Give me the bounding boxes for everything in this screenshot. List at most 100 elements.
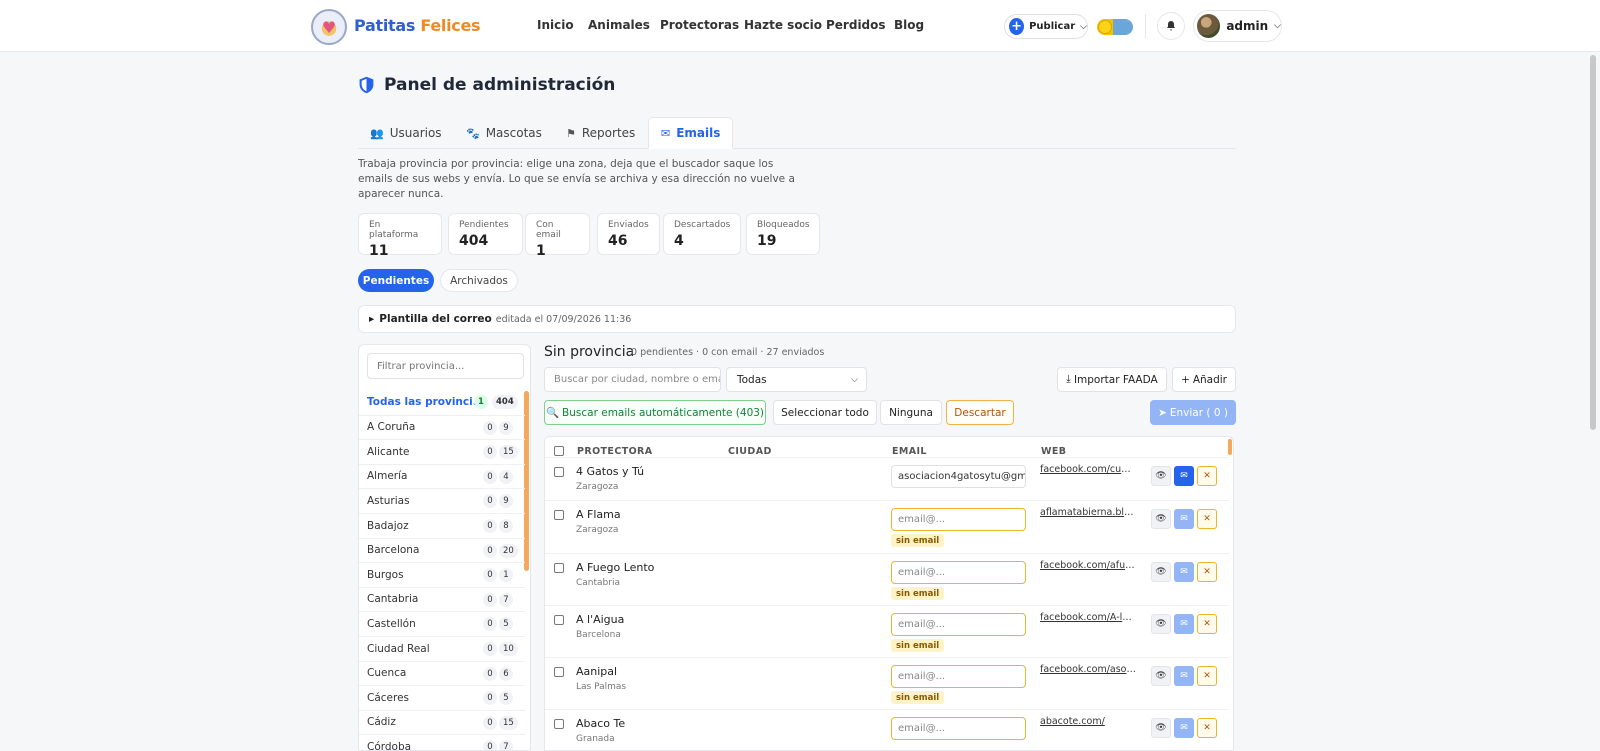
- discard-button[interactable]: Descartar: [946, 400, 1014, 425]
- discard-row-button[interactable]: ✕: [1197, 509, 1217, 529]
- discard-row-button[interactable]: ✕: [1197, 562, 1217, 582]
- province-item[interactable]: A Coruña 0 9: [359, 414, 525, 439]
- view-button[interactable]: 👁: [1151, 666, 1171, 686]
- shield-icon: [359, 76, 374, 94]
- web-link[interactable]: facebook.com/afuegolento: [1040, 560, 1136, 571]
- user-menu[interactable]: admin ⌵: [1193, 10, 1282, 42]
- segment-archivados[interactable]: Archivados: [440, 269, 518, 292]
- view-button[interactable]: 👁: [1151, 466, 1171, 486]
- nav-protectoras[interactable]: Protectoras: [660, 18, 739, 32]
- send-button[interactable]: ➤ Enviar ( 0 ): [1150, 400, 1236, 425]
- total-count-badge: 6: [499, 666, 513, 681]
- province-name: Burgos: [367, 568, 404, 581]
- discard-row-button[interactable]: ✕: [1197, 718, 1217, 738]
- email-button[interactable]: ✉: [1174, 509, 1194, 529]
- brand-name[interactable]: Patitas Felices: [354, 16, 481, 35]
- shelter-city: Zaragoza: [576, 482, 619, 492]
- total-count-badge: 15: [499, 715, 518, 730]
- view-button[interactable]: 👁: [1151, 562, 1171, 582]
- view-button[interactable]: 👁: [1151, 718, 1171, 738]
- logo[interactable]: ♥: [311, 9, 347, 45]
- province-item-all[interactable]: Todas las provinci... 1 404: [359, 390, 525, 414]
- email-input[interactable]: email@...: [891, 561, 1026, 584]
- province-item[interactable]: Cantabria 0 7: [359, 586, 525, 611]
- email-input[interactable]: email@...: [891, 717, 1026, 740]
- nav-perdidos[interactable]: Perdidos: [826, 18, 886, 32]
- page-scrollbar[interactable]: [1590, 55, 1596, 430]
- filter-select[interactable]: Todas ⌵: [726, 367, 867, 392]
- province-item[interactable]: Alicante 0 15: [359, 439, 525, 463]
- view-button[interactable]: 👁: [1151, 614, 1171, 634]
- row-checkbox[interactable]: [554, 615, 564, 625]
- segment-pendientes[interactable]: Pendientes: [358, 269, 434, 292]
- with-email-count-badge: 0: [483, 445, 497, 460]
- select-all-checkbox[interactable]: [554, 446, 564, 456]
- province-item[interactable]: Cáceres 0 5: [359, 685, 525, 709]
- with-email-count-badge: 0: [483, 715, 497, 730]
- view-button[interactable]: 👁: [1151, 509, 1171, 529]
- nav-animales[interactable]: Animales: [588, 18, 650, 32]
- tab-reportes[interactable]: ⚑ Reportes: [554, 117, 647, 149]
- discard-row-button[interactable]: ✕: [1197, 614, 1217, 634]
- total-count-badge: 9: [499, 420, 513, 435]
- province-name: Todas las provinci...: [367, 396, 485, 408]
- province-item[interactable]: Badajoz 0 8: [359, 513, 525, 537]
- email-input[interactable]: asociacion4gatosytu@gmail.com: [891, 465, 1026, 488]
- import-faada-button[interactable]: ⤓ Importar FAADA: [1057, 367, 1167, 392]
- theme-toggle[interactable]: [1097, 19, 1133, 35]
- email-input[interactable]: email@...: [891, 665, 1026, 688]
- province-item[interactable]: Almería 0 4: [359, 463, 525, 488]
- tab-emails[interactable]: ✉ Emails: [648, 117, 734, 149]
- email-button[interactable]: ✉: [1174, 614, 1194, 634]
- publish-button[interactable]: + Publicar ⌵: [1004, 14, 1088, 39]
- web-link[interactable]: facebook.com/asociacion: [1040, 664, 1136, 675]
- select-none-button[interactable]: Ninguna: [880, 400, 942, 425]
- discard-row-button[interactable]: ✕: [1197, 466, 1217, 486]
- select-all-button[interactable]: Seleccionar todo: [773, 400, 877, 425]
- row-checkbox[interactable]: [554, 510, 564, 520]
- province-item[interactable]: Córdoba 0 7: [359, 734, 525, 750]
- add-button[interactable]: + Añadir: [1172, 367, 1236, 392]
- tab-mascotas[interactable]: 🐾 Mascotas: [454, 117, 554, 149]
- row-checkbox[interactable]: [554, 563, 564, 573]
- no-email-badge: sin email: [891, 534, 945, 547]
- table-row: Aanipal Las Palmas email@... sin email faceb…: [545, 657, 1229, 709]
- auto-search-emails-button[interactable]: 🔍 Buscar emails automáticamente (403): [544, 400, 766, 425]
- email-button[interactable]: ✉: [1174, 466, 1194, 486]
- row-checkbox[interactable]: [554, 719, 564, 729]
- web-link[interactable]: facebook.com/A-la-aigua: [1040, 612, 1136, 623]
- web-link[interactable]: aflamatabierna.blogspot.com: [1040, 507, 1136, 518]
- notifications-button[interactable]: [1157, 12, 1185, 40]
- email-button[interactable]: ✉: [1174, 718, 1194, 738]
- province-name: Ciudad Real: [367, 642, 430, 655]
- shelter-city: Barcelona: [576, 630, 621, 640]
- email-input[interactable]: email@...: [891, 613, 1026, 636]
- total-count-badge: 4: [499, 469, 513, 484]
- tab-usuarios[interactable]: 👥 Usuarios: [358, 117, 454, 149]
- province-item[interactable]: Asturias 0 9: [359, 488, 525, 512]
- email-button[interactable]: ✉: [1174, 562, 1194, 582]
- province-item[interactable]: Ciudad Real 0 10: [359, 636, 525, 660]
- shelters-table: PROTECTORA CIUDAD EMAIL WEB 4 Gatos y Tú…: [544, 436, 1234, 751]
- email-input[interactable]: email@...: [891, 508, 1026, 531]
- admin-tabs: 👥 Usuarios 🐾 Mascotas ⚑ Reportes ✉ Emails: [358, 117, 1236, 149]
- table-scrollbar[interactable]: [1228, 439, 1232, 455]
- province-filter-input[interactable]: [367, 353, 524, 379]
- province-item[interactable]: Burgos 0 1: [359, 562, 525, 586]
- nav-inicio[interactable]: Inicio: [537, 18, 574, 32]
- province-item[interactable]: Cuenca 0 6: [359, 660, 525, 685]
- with-email-count-badge: 0: [483, 519, 497, 533]
- province-item[interactable]: Cádiz 0 15: [359, 709, 525, 734]
- email-template-toggle[interactable]: ▸ Plantilla del correo editada el 07/09/…: [358, 305, 1236, 333]
- web-link[interactable]: abacote.com/: [1040, 716, 1136, 727]
- province-item[interactable]: Castellón 0 5: [359, 611, 525, 635]
- nav-blog[interactable]: Blog: [894, 18, 924, 32]
- email-button[interactable]: ✉: [1174, 666, 1194, 686]
- discard-row-button[interactable]: ✕: [1197, 666, 1217, 686]
- province-item[interactable]: Barcelona 0 20: [359, 537, 525, 562]
- row-checkbox[interactable]: [554, 667, 564, 677]
- row-checkbox[interactable]: [554, 467, 564, 477]
- nav-hazte-socio[interactable]: Hazte socio: [744, 18, 822, 32]
- search-input[interactable]: Buscar por ciudad, nombre o email...: [544, 367, 721, 392]
- web-link[interactable]: facebook.com/cuatrogatosytu: [1040, 464, 1136, 475]
